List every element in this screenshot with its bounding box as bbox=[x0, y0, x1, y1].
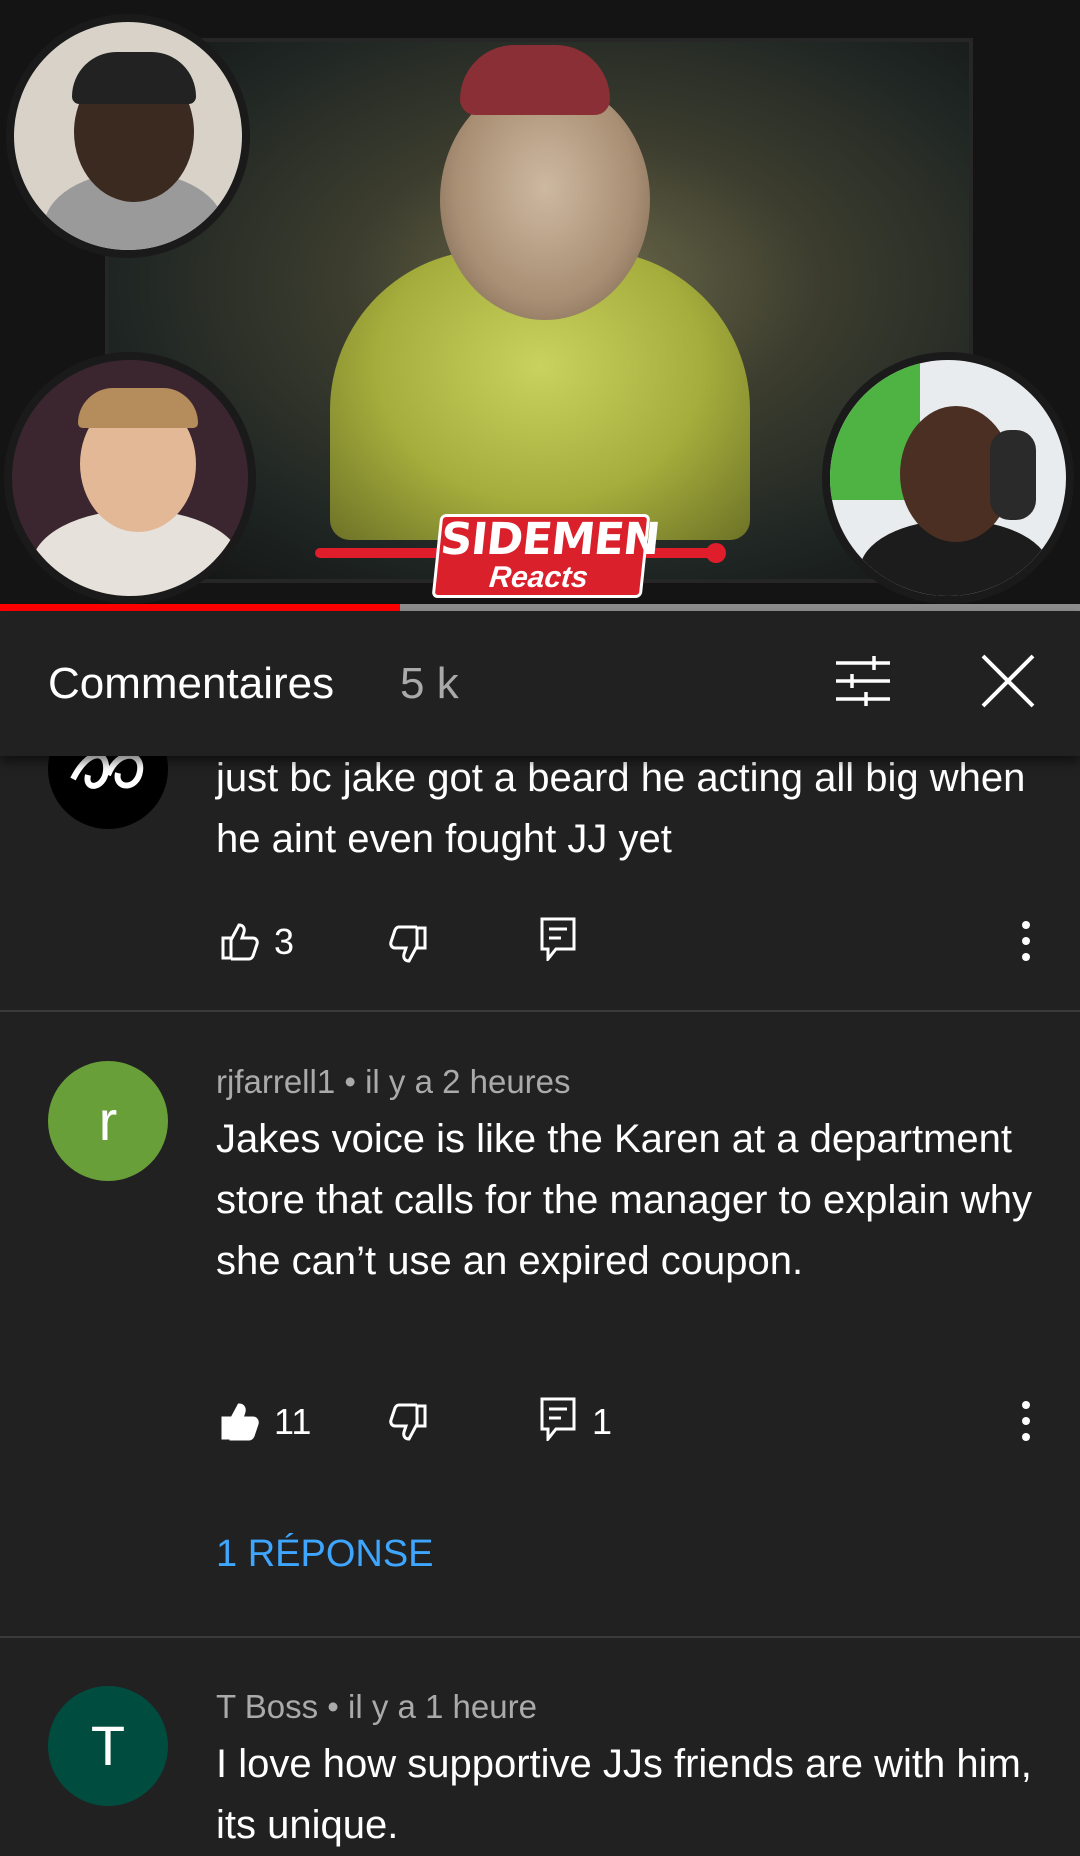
thumbs-up-icon[interactable] bbox=[220, 1401, 260, 1446]
like-count: 3 bbox=[274, 921, 295, 962]
facecam-top-left bbox=[6, 14, 250, 258]
video-figure-face bbox=[440, 80, 650, 320]
comment-text: Jakes voice is like the Karen at a depar… bbox=[216, 1117, 1032, 1283]
view-replies-link[interactable]: 1 RÉPONSE bbox=[216, 1533, 434, 1576]
reply-icon[interactable] bbox=[540, 1397, 576, 1446]
video-figure-cap bbox=[460, 45, 610, 115]
comment-text: just bc jake got a beard he acting all b… bbox=[216, 756, 1026, 861]
comment-text: I love how supportive JJs friends are wi… bbox=[216, 1742, 1032, 1847]
reply-count: 1 bbox=[592, 1401, 613, 1442]
comment-avatar[interactable]: T bbox=[48, 1686, 168, 1806]
comment-divider bbox=[0, 1636, 1080, 1638]
logo-dot bbox=[706, 543, 726, 563]
thumbs-up-icon[interactable] bbox=[220, 921, 260, 966]
comments-count: 5 k bbox=[400, 659, 459, 708]
thumbs-down-icon[interactable] bbox=[388, 1403, 428, 1448]
facecam-bottom-left bbox=[4, 352, 256, 604]
comment-divider bbox=[0, 1010, 1080, 1012]
close-icon[interactable] bbox=[980, 653, 1036, 709]
comment-meta: rjfarrell1 • il y a 2 heures bbox=[216, 1063, 571, 1100]
video-progress-bar[interactable] bbox=[0, 604, 1080, 611]
sidemen-reacts-logo: SIDEMEN Reacts bbox=[431, 514, 662, 598]
more-vertical-icon[interactable] bbox=[1018, 1399, 1034, 1448]
facecam-bottom-right bbox=[822, 352, 1074, 604]
logo-title: SIDEMEN bbox=[438, 514, 662, 565]
video-player[interactable]: SIDEMEN Reacts bbox=[0, 0, 1080, 606]
more-vertical-icon[interactable] bbox=[1018, 919, 1034, 968]
sort-filter-icon[interactable] bbox=[834, 655, 892, 707]
logo-line-left bbox=[315, 548, 445, 558]
comments-title: Commentaires bbox=[48, 659, 335, 708]
comments-header: Commentaires 5 k bbox=[0, 611, 1080, 756]
video-progress-fill bbox=[0, 604, 400, 611]
reply-icon[interactable] bbox=[540, 917, 576, 966]
comment-avatar[interactable]: r bbox=[48, 1061, 168, 1181]
like-count: 11 bbox=[274, 1401, 312, 1442]
thumbs-down-icon[interactable] bbox=[388, 925, 428, 970]
comment-meta: T Boss • il y a 1 heure bbox=[216, 1688, 537, 1725]
logo-subtitle: Reacts bbox=[487, 561, 590, 594]
